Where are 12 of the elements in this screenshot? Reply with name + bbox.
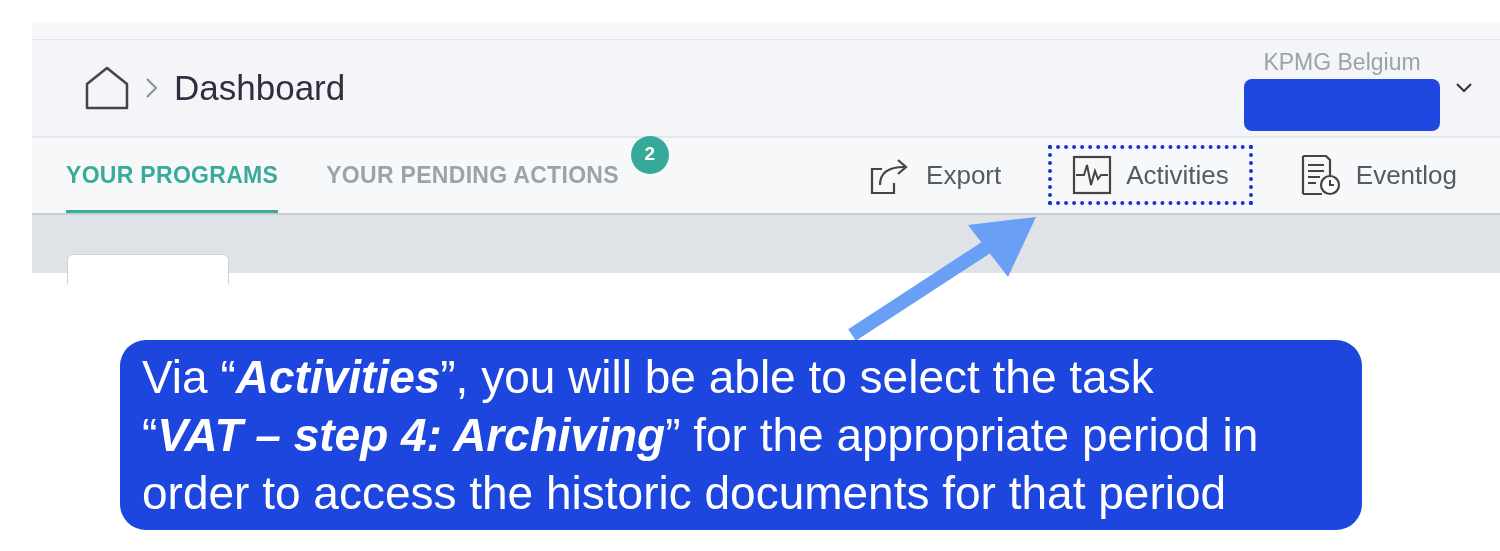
organization-name: KPMG Belgium <box>1263 47 1421 77</box>
chevron-down-icon[interactable] <box>1456 83 1472 93</box>
toolbar-button[interactable]: Export <box>845 146 1025 204</box>
count-badge: 2 <box>630 135 669 174</box>
breadcrumb-current: Dashboard <box>174 66 346 109</box>
document-clock-icon <box>1299 154 1342 196</box>
activity-chart-icon <box>1072 155 1113 195</box>
chevron-right-icon <box>146 78 158 98</box>
toolbar-button[interactable]: Eventlog <box>1276 145 1480 205</box>
home-icon[interactable] <box>84 66 130 110</box>
toolbar-button[interactable]: Activities <box>1048 145 1253 205</box>
callout-text: Via “Activities”, you will be able to select the task “VAT – step 4: Archiving” for the appropriate period in order to access the historic documents for that period <box>142 350 1260 521</box>
